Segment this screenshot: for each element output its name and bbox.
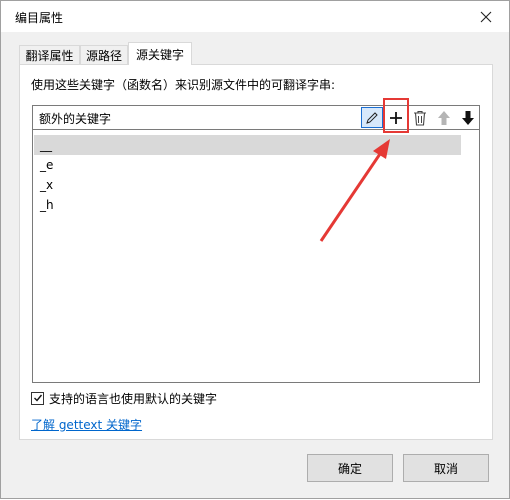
default-keywords-checkbox[interactable] [31, 391, 44, 405]
gettext-keywords-link[interactable]: 了解 gettext 关键字 [31, 416, 142, 433]
move-up-button[interactable] [433, 107, 455, 128]
checkmark-icon [33, 394, 42, 402]
close-icon [480, 11, 492, 22]
window-title: 编目属性 [15, 11, 64, 25]
list-item[interactable]: _x [34, 175, 461, 195]
delete-button[interactable] [409, 107, 431, 128]
close-button[interactable] [463, 1, 509, 32]
arrow-up-icon [438, 110, 450, 125]
annotation-highlight-box [383, 98, 409, 133]
tab-source-keywords[interactable]: 源关键字 [128, 42, 192, 65]
title-bar: 编目属性 [1, 1, 509, 32]
arrow-down-icon [462, 110, 474, 125]
move-down-button[interactable] [457, 107, 479, 128]
tab-label: 源路径 [85, 48, 122, 63]
list-header-label: 额外的关键字 [39, 112, 112, 126]
tab-label: 翻译属性 [25, 48, 74, 63]
tab-source-paths[interactable]: 源路径 [80, 45, 128, 64]
tab-label: 源关键字 [135, 47, 184, 62]
instruction-text: 使用这些关键字（函数名）来识别源文件中的可翻译字串: [31, 78, 336, 92]
list-item[interactable]: __ [34, 135, 461, 155]
cancel-button-label: 取消 [433, 461, 458, 476]
list-item[interactable]: _e [34, 155, 461, 175]
ok-button[interactable]: 确定 [307, 454, 393, 482]
checkbox-label: 支持的语言也使用默认的关键字 [49, 391, 218, 406]
pencil-icon [366, 111, 378, 124]
default-keywords-checkbox-row[interactable]: 支持的语言也使用默认的关键字 [31, 390, 217, 406]
edit-button[interactable] [361, 107, 383, 128]
trash-icon [414, 110, 426, 126]
ok-button-label: 确定 [337, 461, 362, 476]
keywords-list-header: 额外的关键字 [32, 105, 480, 130]
tab-translation-properties[interactable]: 翻译属性 [19, 45, 80, 64]
list-item[interactable]: _h [34, 195, 461, 215]
catalog-properties-dialog: 编目属性 翻译属性 源路径 源关键字 使用这些关键字（函数名）来识别源文件中的可… [0, 0, 510, 499]
keywords-list[interactable]: __ _e _x _h [32, 130, 480, 383]
cancel-button[interactable]: 取消 [403, 454, 489, 482]
